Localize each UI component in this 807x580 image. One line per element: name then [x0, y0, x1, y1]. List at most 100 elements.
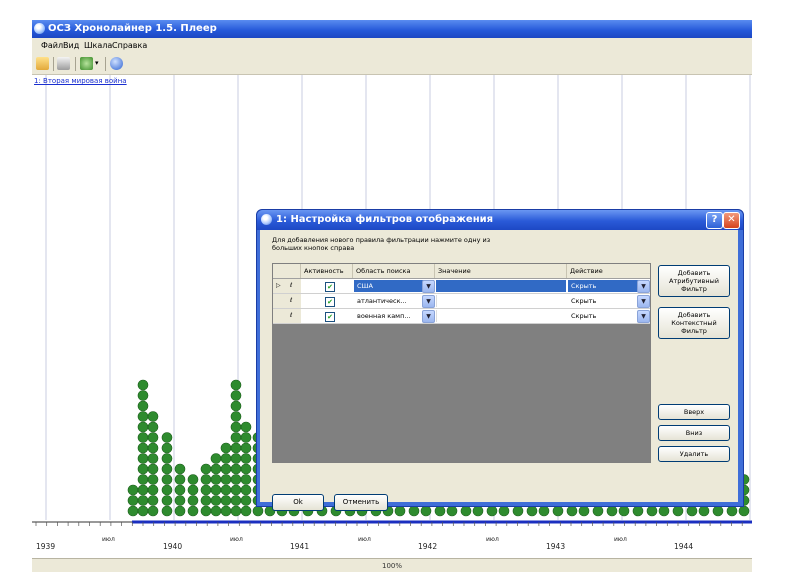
zoom-scrollbar[interactable]: 100% — [32, 558, 752, 572]
event-marker[interactable] — [240, 463, 252, 475]
event-marker[interactable] — [658, 505, 670, 517]
event-marker[interactable] — [512, 505, 524, 517]
event-marker[interactable] — [578, 505, 590, 517]
event-marker[interactable] — [606, 505, 618, 517]
event-marker[interactable] — [174, 484, 186, 496]
event-marker[interactable] — [230, 411, 242, 422]
event-marker[interactable] — [526, 505, 538, 517]
cancel-button[interactable]: Отменить — [334, 494, 388, 511]
event-marker[interactable] — [161, 474, 173, 485]
event-marker[interactable] — [230, 400, 242, 412]
event-marker[interactable] — [220, 453, 232, 464]
event-marker[interactable] — [137, 390, 149, 401]
event-marker[interactable] — [127, 495, 139, 506]
event-marker[interactable] — [240, 474, 252, 485]
event-marker[interactable] — [220, 474, 232, 485]
timeline-title-link[interactable]: 1: Вторая мировая война — [34, 77, 127, 85]
event-marker[interactable] — [174, 463, 186, 475]
event-marker[interactable] — [147, 463, 159, 475]
event-marker[interactable] — [252, 505, 264, 517]
event-marker[interactable] — [147, 484, 159, 496]
event-marker[interactable] — [137, 400, 149, 412]
event-marker[interactable] — [187, 495, 199, 506]
event-marker[interactable] — [230, 463, 242, 475]
event-marker[interactable] — [230, 379, 242, 391]
table-row[interactable]: ℓ ✔ военная камп... ▼ Скрыть ▼ — [273, 309, 650, 324]
event-marker[interactable] — [230, 421, 242, 433]
event-marker[interactable] — [147, 474, 159, 485]
menu-scale[interactable]: Шкала — [84, 38, 112, 54]
event-marker[interactable] — [220, 463, 232, 475]
active-checkbox[interactable]: ✔ — [325, 312, 335, 322]
settings-icon[interactable] — [80, 57, 93, 70]
event-marker[interactable] — [220, 484, 232, 496]
event-marker[interactable] — [147, 453, 159, 464]
event-marker[interactable] — [161, 453, 173, 464]
active-checkbox[interactable]: ✔ — [325, 282, 335, 292]
event-marker[interactable] — [240, 495, 252, 506]
event-marker[interactable] — [210, 495, 222, 506]
chevron-down-icon[interactable]: ▼ — [637, 295, 650, 308]
event-marker[interactable] — [230, 432, 242, 443]
event-marker[interactable] — [187, 474, 199, 485]
event-marker[interactable] — [200, 505, 212, 517]
event-marker[interactable] — [210, 505, 222, 517]
event-marker[interactable] — [200, 484, 212, 496]
help-caption-button[interactable]: ? — [706, 212, 723, 229]
event-marker[interactable] — [230, 495, 242, 506]
event-marker[interactable] — [420, 505, 432, 517]
event-marker[interactable] — [147, 442, 159, 454]
help-icon[interactable] — [110, 57, 123, 70]
event-marker[interactable] — [161, 432, 173, 443]
action-dropdown[interactable]: Скрыть — [568, 310, 636, 322]
scope-dropdown[interactable]: атлантическ... — [354, 295, 422, 307]
event-marker[interactable] — [137, 411, 149, 422]
event-marker[interactable] — [137, 495, 149, 506]
event-marker[interactable] — [240, 442, 252, 454]
event-marker[interactable] — [240, 484, 252, 496]
event-marker[interactable] — [632, 505, 644, 517]
event-marker[interactable] — [434, 505, 446, 517]
event-marker[interactable] — [187, 505, 199, 517]
event-marker[interactable] — [408, 505, 420, 517]
event-marker[interactable] — [161, 495, 173, 506]
event-marker[interactable] — [672, 505, 684, 517]
event-marker[interactable] — [618, 505, 630, 517]
event-marker[interactable] — [446, 505, 458, 517]
event-marker[interactable] — [552, 505, 564, 517]
event-marker[interactable] — [498, 505, 510, 517]
event-marker[interactable] — [147, 495, 159, 506]
event-marker[interactable] — [538, 505, 550, 517]
event-marker[interactable] — [137, 379, 149, 391]
event-marker[interactable] — [127, 505, 139, 517]
event-marker[interactable] — [174, 495, 186, 506]
event-marker[interactable] — [712, 505, 724, 517]
event-marker[interactable] — [147, 505, 159, 517]
chevron-down-icon[interactable]: ▼ — [422, 295, 435, 308]
event-marker[interactable] — [147, 411, 159, 422]
chevron-down-icon[interactable]: ▾ — [95, 59, 99, 67]
event-marker[interactable] — [220, 505, 232, 517]
event-marker[interactable] — [210, 474, 222, 485]
event-marker[interactable] — [137, 442, 149, 454]
event-marker[interactable] — [210, 463, 222, 475]
close-button[interactable]: ✕ — [723, 212, 740, 229]
event-marker[interactable] — [230, 453, 242, 464]
add-context-filter-button[interactable]: Добавить Контекстный Фильтр — [658, 307, 730, 339]
event-marker[interactable] — [726, 505, 738, 517]
move-down-button[interactable]: Вниз — [658, 425, 730, 441]
event-marker[interactable] — [486, 505, 498, 517]
move-up-button[interactable]: Вверх — [658, 404, 730, 420]
event-marker[interactable] — [174, 474, 186, 485]
chevron-down-icon[interactable]: ▼ — [422, 310, 435, 323]
menu-view[interactable]: Вид — [63, 38, 79, 54]
event-marker[interactable] — [161, 484, 173, 496]
open-icon[interactable] — [36, 57, 49, 70]
action-dropdown[interactable]: Скрыть — [568, 295, 636, 307]
value-field[interactable] — [436, 295, 566, 307]
chevron-down-icon[interactable]: ▼ — [637, 310, 650, 323]
event-marker[interactable] — [200, 474, 212, 485]
event-marker[interactable] — [230, 442, 242, 454]
event-marker[interactable] — [230, 390, 242, 401]
menu-file[interactable]: Файл — [41, 38, 63, 54]
